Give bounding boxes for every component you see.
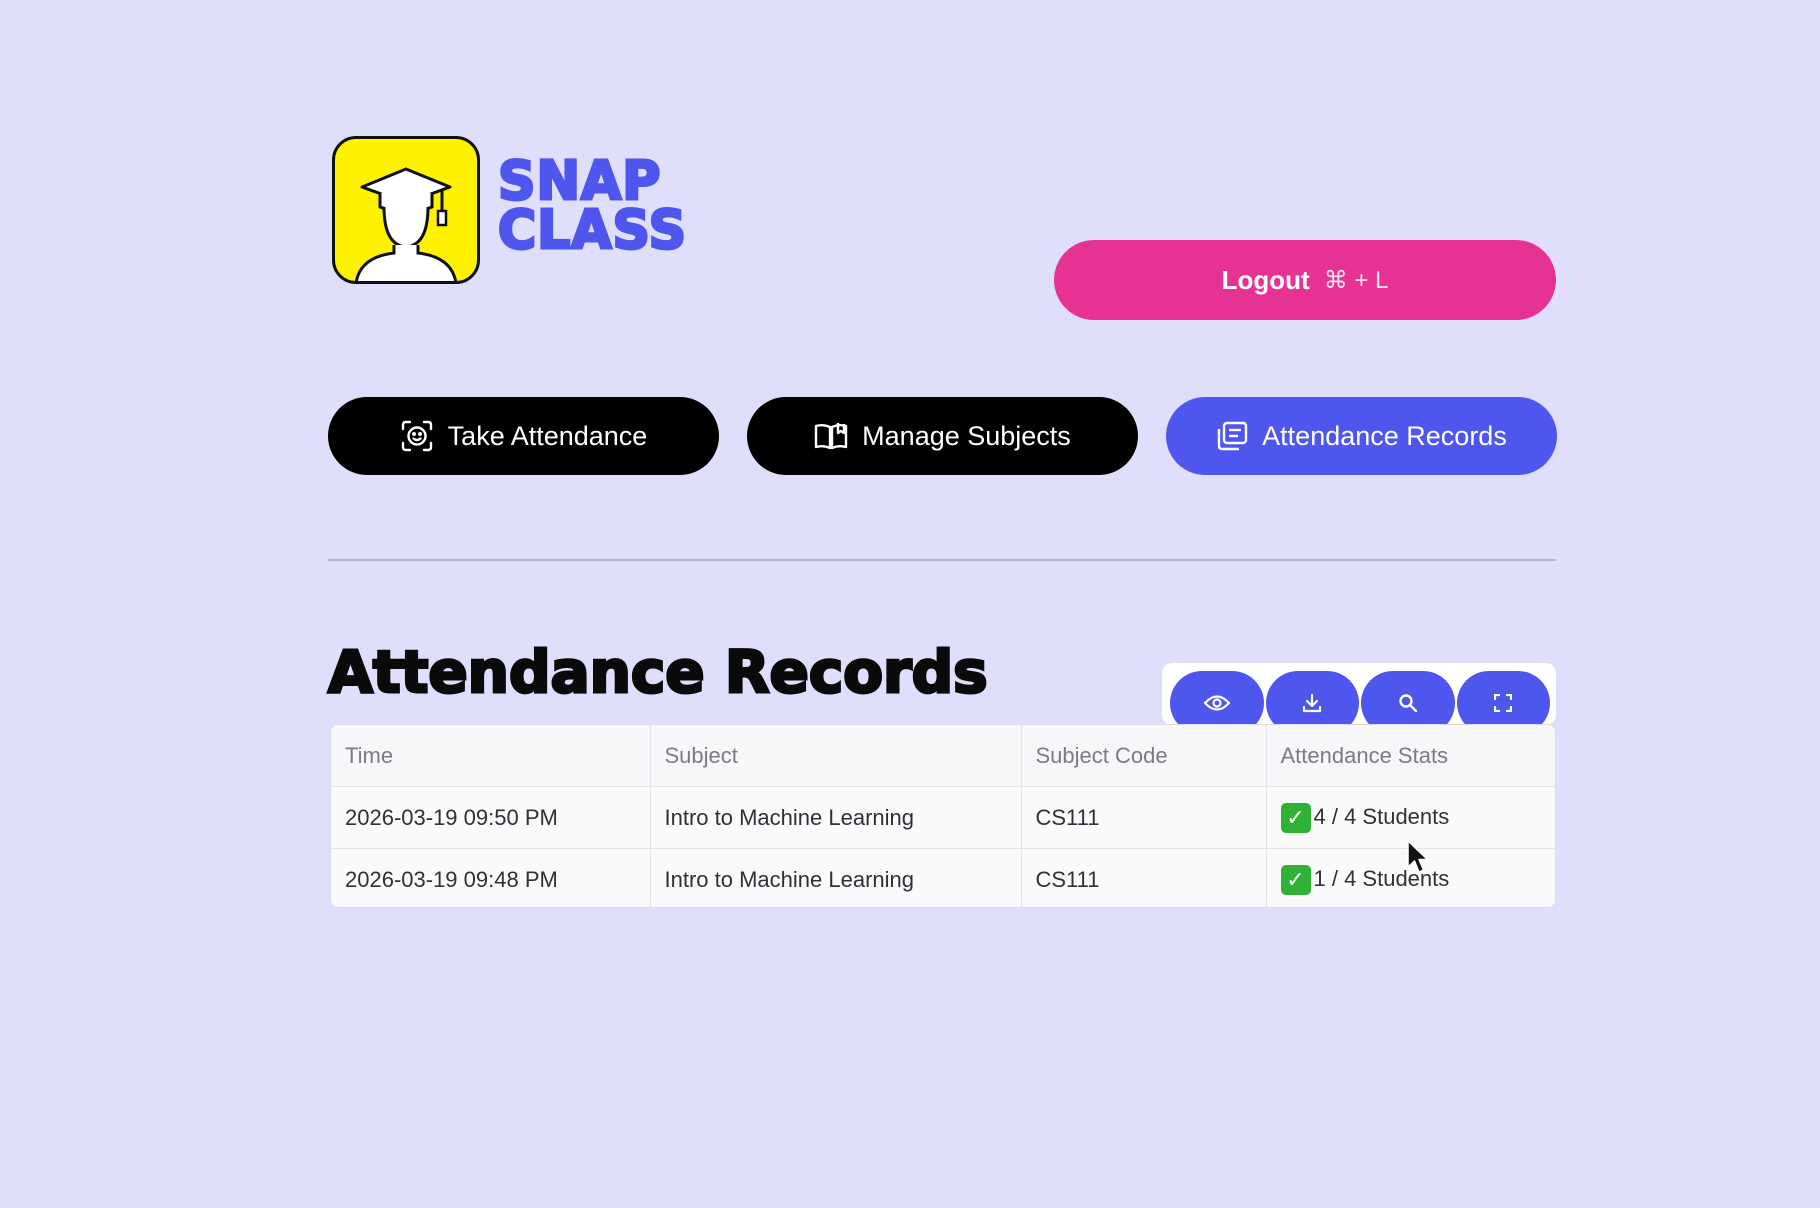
- table-header-row: Time Subject Subject Code Attendance Sta…: [331, 725, 1555, 787]
- book-open-icon: [814, 421, 848, 451]
- face-scan-icon: [400, 419, 434, 453]
- cell-time[interactable]: 2026-03-19 09:50 PM: [331, 786, 651, 849]
- logout-label: Logout: [1221, 264, 1310, 295]
- column-header-subject[interactable]: Subject: [650, 725, 1022, 787]
- manage-subjects-button[interactable]: Manage Subjects: [747, 397, 1138, 475]
- eye-icon: [1203, 695, 1230, 711]
- take-attendance-label: Take Attendance: [447, 420, 648, 451]
- column-header-attendance-stats[interactable]: Attendance Stats: [1266, 725, 1555, 787]
- column-header-subject-code[interactable]: Subject Code: [1021, 725, 1267, 787]
- download-icon: [1303, 693, 1322, 713]
- divider: [328, 559, 1556, 561]
- cell-subject-code[interactable]: CS111: [1021, 786, 1267, 849]
- graduate-avatar-icon: [354, 167, 458, 281]
- page: SNAP CLASS Logout ⌘ + L Take Attendance: [0, 0, 1820, 1208]
- mouse-cursor-icon: [1407, 840, 1429, 873]
- cell-time[interactable]: 2026-03-19 09:48 PM: [331, 848, 651, 907]
- logo-badge: [332, 136, 480, 284]
- check-icon: ✓: [1280, 864, 1311, 895]
- brand-line-1: SNAP: [496, 150, 662, 213]
- records-icon: [1216, 421, 1248, 451]
- table-row: 2026-03-19 09:50 PM Intro to Machine Lea…: [331, 786, 1555, 849]
- brand-line-2: CLASS: [496, 199, 688, 262]
- manage-subjects-label: Manage Subjects: [862, 420, 1071, 451]
- records-table[interactable]: Time Subject Subject Code Attendance Sta…: [330, 724, 1556, 908]
- section-title: Attendance Records: [327, 637, 990, 708]
- cell-subject-code[interactable]: CS111: [1021, 848, 1267, 907]
- brand-wordmark: SNAP CLASS: [496, 150, 688, 262]
- column-header-time[interactable]: Time: [331, 725, 651, 787]
- logout-shortcut: ⌘ + L: [1323, 266, 1389, 294]
- logout-button[interactable]: Logout ⌘ + L: [1054, 240, 1556, 320]
- check-icon: ✓: [1280, 802, 1311, 833]
- search-icon: [1399, 694, 1417, 713]
- fullscreen-icon: [1494, 694, 1513, 712]
- cell-subject[interactable]: Intro to Machine Learning: [650, 786, 1022, 849]
- attendance-records-label: Attendance Records: [1262, 420, 1507, 451]
- take-attendance-button[interactable]: Take Attendance: [328, 397, 719, 475]
- attendance-stats-value: 4 / 4 Students: [1313, 803, 1450, 829]
- table-row: 2026-03-19 09:48 PM Intro to Machine Lea…: [331, 848, 1555, 907]
- table-toolbar: [1162, 663, 1556, 735]
- cell-subject[interactable]: Intro to Machine Learning: [650, 848, 1022, 907]
- attendance-records-button[interactable]: Attendance Records: [1166, 397, 1557, 475]
